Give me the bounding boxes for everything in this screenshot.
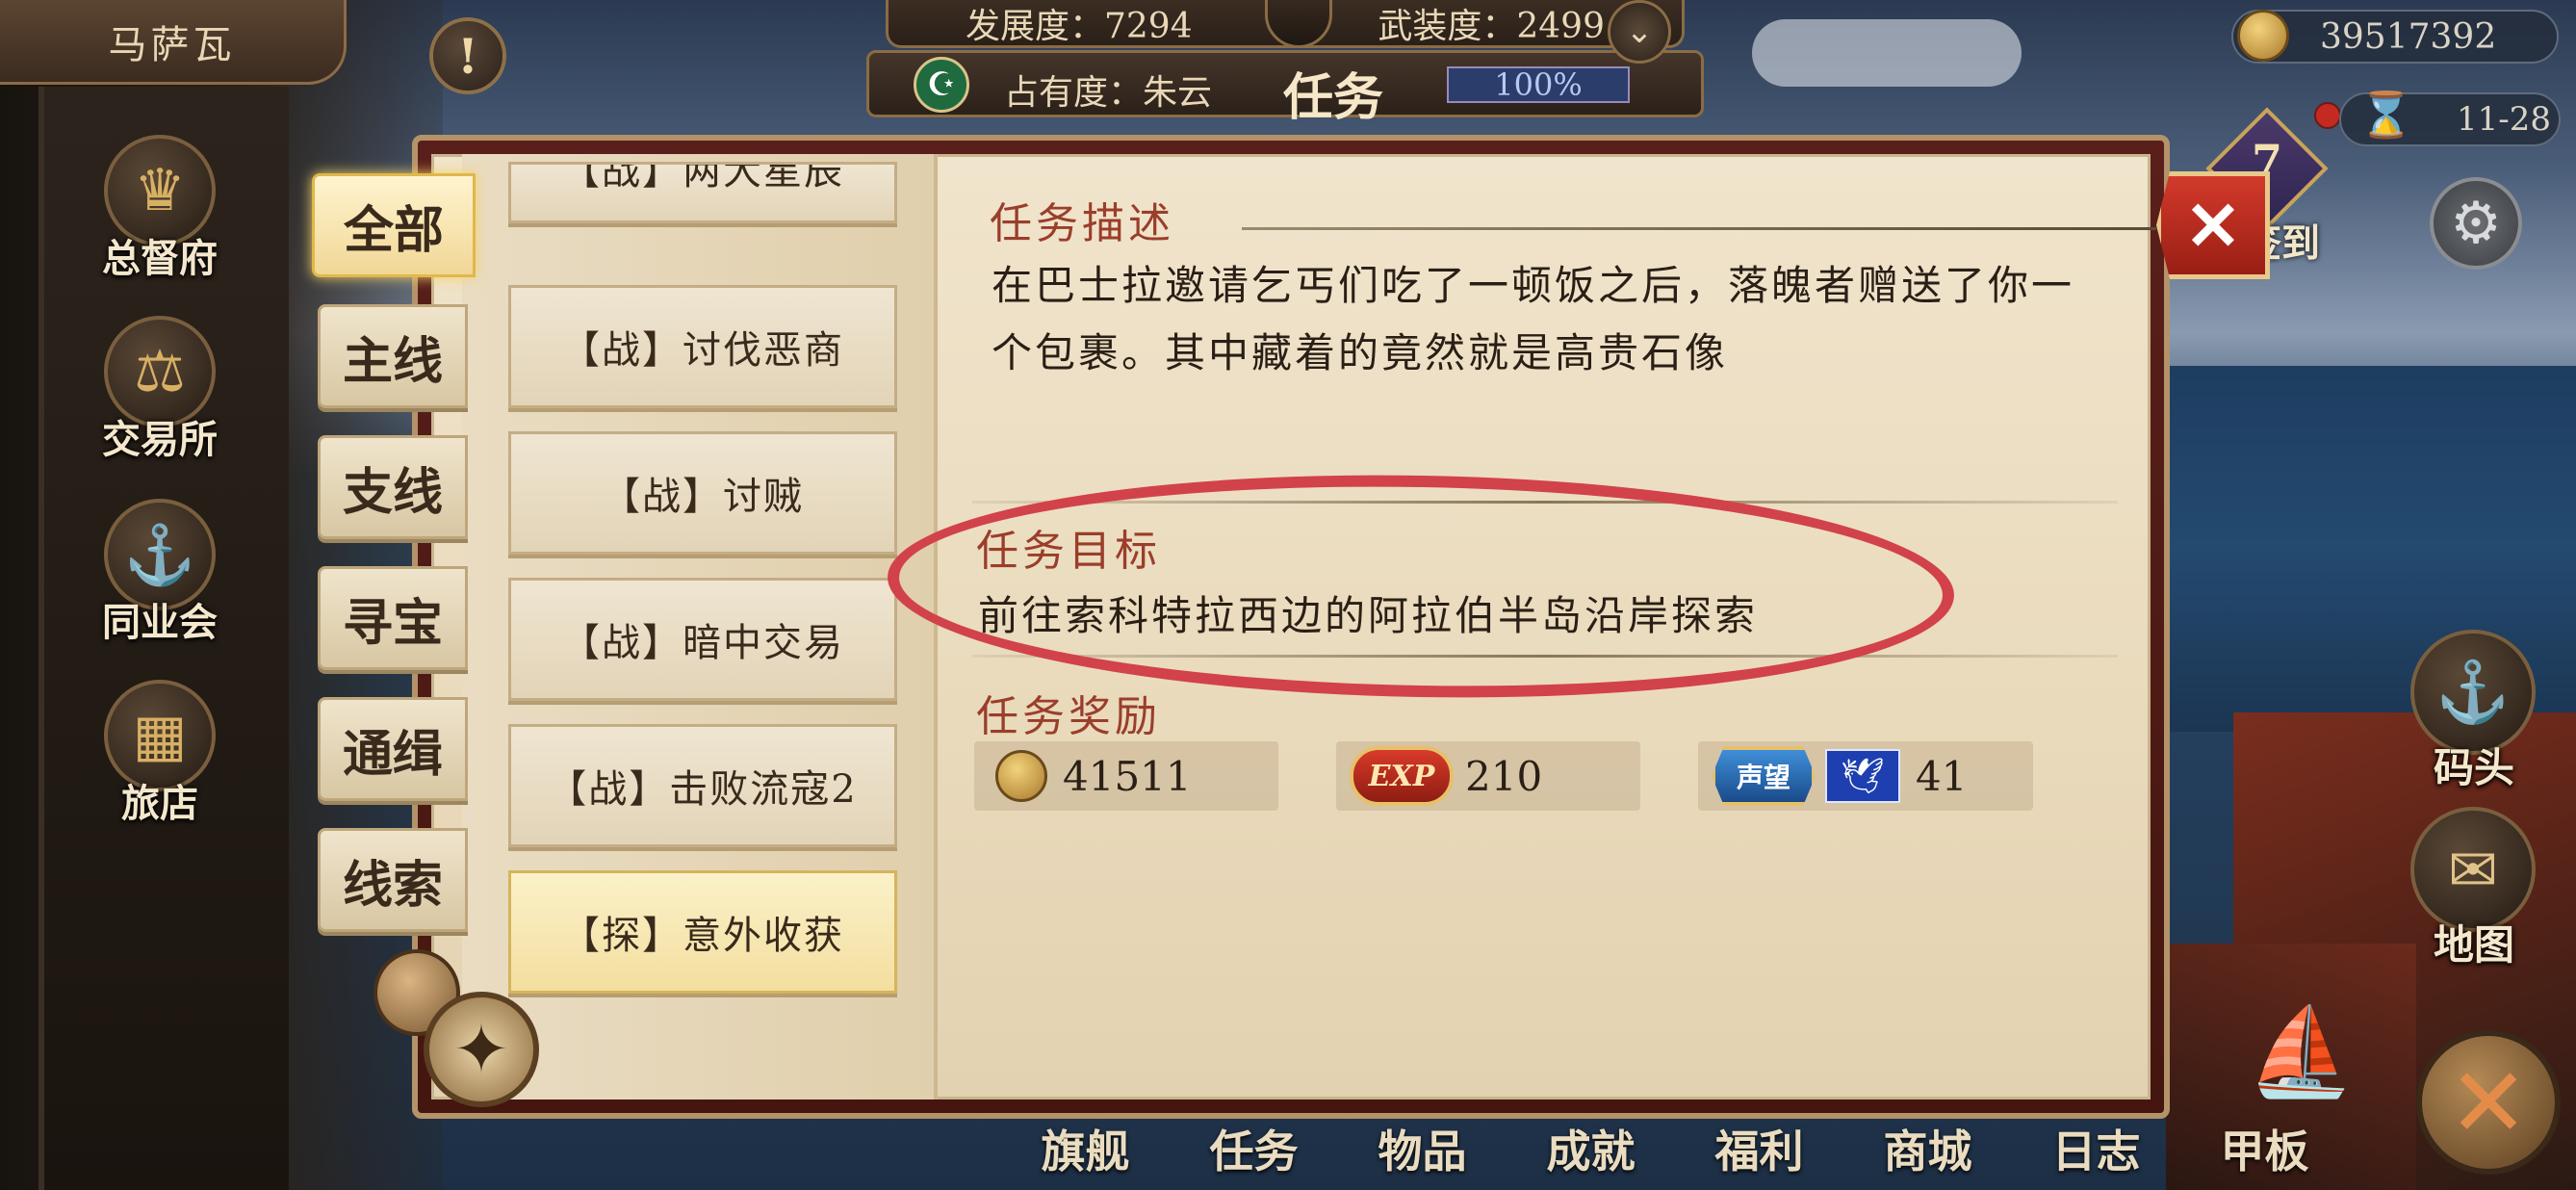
nav-welfare[interactable]: 福利 xyxy=(1675,1117,1843,1180)
task-item-5-selected[interactable]: 【探】意外收获 xyxy=(508,870,897,994)
tab-clue[interactable]: 线索 xyxy=(318,828,468,932)
settings-gear-icon[interactable]: ⚙ xyxy=(2430,177,2522,270)
bottom-nav: 旗舰 任务 物品 成就 福利 商城 日志 甲板 xyxy=(1001,1107,2349,1190)
nav-items[interactable]: 物品 xyxy=(1338,1117,1507,1180)
reward-exp: EXP 210 xyxy=(1336,741,1640,811)
reward-title: 任务奖励 xyxy=(976,692,1161,741)
fame-badge-icon: 声望 xyxy=(1712,746,1816,806)
dock-label: 码头 xyxy=(2433,744,2514,791)
development-stat: 发展度：7294 xyxy=(966,6,1193,46)
compass-icon[interactable]: ✦ xyxy=(424,992,539,1107)
nav-log[interactable]: 日志 xyxy=(2012,1117,2180,1180)
crossed-swords-icon[interactable]: ✕ xyxy=(2416,1030,2561,1175)
side-item-guild[interactable]: ⚓ 同业会 xyxy=(92,499,227,662)
task-item-label: 【探】意外收获 xyxy=(561,914,844,958)
task-item-label: 【战】讨伐恶商 xyxy=(561,328,844,373)
nav-deck[interactable]: 甲板 xyxy=(2180,1117,2349,1180)
reward-gold: 41511 xyxy=(974,741,1278,811)
side-item-label: 旅店 xyxy=(121,781,198,826)
nav-shop[interactable]: 商城 xyxy=(1843,1117,2012,1180)
gold-coin-icon xyxy=(995,750,1047,802)
reward-gold-value: 41511 xyxy=(1063,752,1192,800)
task-item-label: 【战】暗中交易 xyxy=(561,621,844,665)
gold-amount: 39517392 xyxy=(2320,16,2497,57)
page-title: 任务 xyxy=(1283,68,1384,127)
dock-button[interactable]: ⚓ 码头 xyxy=(2407,630,2541,803)
task-item-label: 【战】两大星辰 xyxy=(561,162,844,194)
map-button[interactable]: ✉ 地图 xyxy=(2407,807,2541,980)
armament-stat: 武装度：2499 xyxy=(1378,6,1605,46)
nav-flagship[interactable]: 旗舰 xyxy=(1001,1117,1170,1180)
tab-treasure[interactable]: 寻宝 xyxy=(318,566,468,670)
map-label: 地图 xyxy=(2433,921,2514,969)
occupancy-label: 占有度：朱云 xyxy=(1004,73,1213,113)
occupancy-row: ☪ 占有度：朱云 任务 100% xyxy=(866,50,1704,127)
task-item-3[interactable]: 【战】暗中交易 xyxy=(508,578,897,701)
side-item-label: 总督府 xyxy=(102,236,218,281)
city-stats-bar: 发展度：7294 武装度：2499 ☪ 占有度：朱云 任务 100% ⌄ xyxy=(828,0,1742,127)
gold-coin-icon xyxy=(2237,10,2289,62)
tab-main[interactable]: 主线 xyxy=(318,304,468,408)
task-item-4[interactable]: 【战】击败流寇2 xyxy=(508,724,897,847)
nav-achievements[interactable]: 成就 xyxy=(1507,1117,1675,1180)
side-item-label: 同业会 xyxy=(102,600,218,645)
side-item-exchange[interactable]: ⚖ 交易所 xyxy=(92,316,227,479)
task-item-2[interactable]: 【战】讨贼 xyxy=(508,431,897,555)
crescent-star-icon: ☪ xyxy=(914,57,969,113)
description-text: 在巴士拉邀请乞丐们吃了一顿饭之后，落魄者赠送了你一个包裹。其中藏着的竟然就是高贵… xyxy=(992,262,2075,376)
expand-down-button[interactable]: ⌄ xyxy=(1608,0,1671,64)
side-item-label: 交易所 xyxy=(102,417,218,462)
tab-wanted[interactable]: 通缉 xyxy=(318,697,468,801)
task-item-label: 【战】击败流寇2 xyxy=(548,767,858,812)
time-value: 11-28 xyxy=(2457,100,2552,139)
task-item-label: 【战】讨贼 xyxy=(602,475,804,519)
side-item-inn[interactable]: ▦ 旅店 xyxy=(92,680,227,843)
ship-icon[interactable]: ⛵ xyxy=(2224,1001,2378,1117)
reward-fame-value: 41 xyxy=(1916,752,1968,800)
tab-side[interactable]: 支线 xyxy=(318,435,468,539)
alert-button[interactable]: ! xyxy=(429,17,506,94)
exp-badge-icon: EXP xyxy=(1350,746,1454,806)
description-underline xyxy=(1242,227,2156,230)
dove-icon: 🕊 xyxy=(1825,749,1900,803)
gold-counter: 39517392 xyxy=(2231,10,2559,64)
city-name-banner[interactable]: 马萨瓦 xyxy=(0,0,347,85)
reward-exp-value: 210 xyxy=(1465,752,1543,800)
close-button[interactable]: ✕ xyxy=(2156,171,2270,279)
task-item-0[interactable]: 【战】两大星辰 xyxy=(508,162,897,223)
side-item-governor[interactable]: ♛ 总督府 xyxy=(92,135,227,298)
nav-task[interactable]: 任务 xyxy=(1170,1117,1338,1180)
tab-all[interactable]: 全部 xyxy=(312,173,476,277)
task-item-1[interactable]: 【战】讨伐恶商 xyxy=(508,285,897,408)
hourglass-icon: ⌛ xyxy=(2358,89,2414,141)
reward-fame: 声望 🕊 41 xyxy=(1698,741,2033,811)
background-cloud xyxy=(1752,19,2022,87)
occupancy-progress: 100% xyxy=(1447,66,1630,103)
description-title: 任务描述 xyxy=(990,199,1174,248)
